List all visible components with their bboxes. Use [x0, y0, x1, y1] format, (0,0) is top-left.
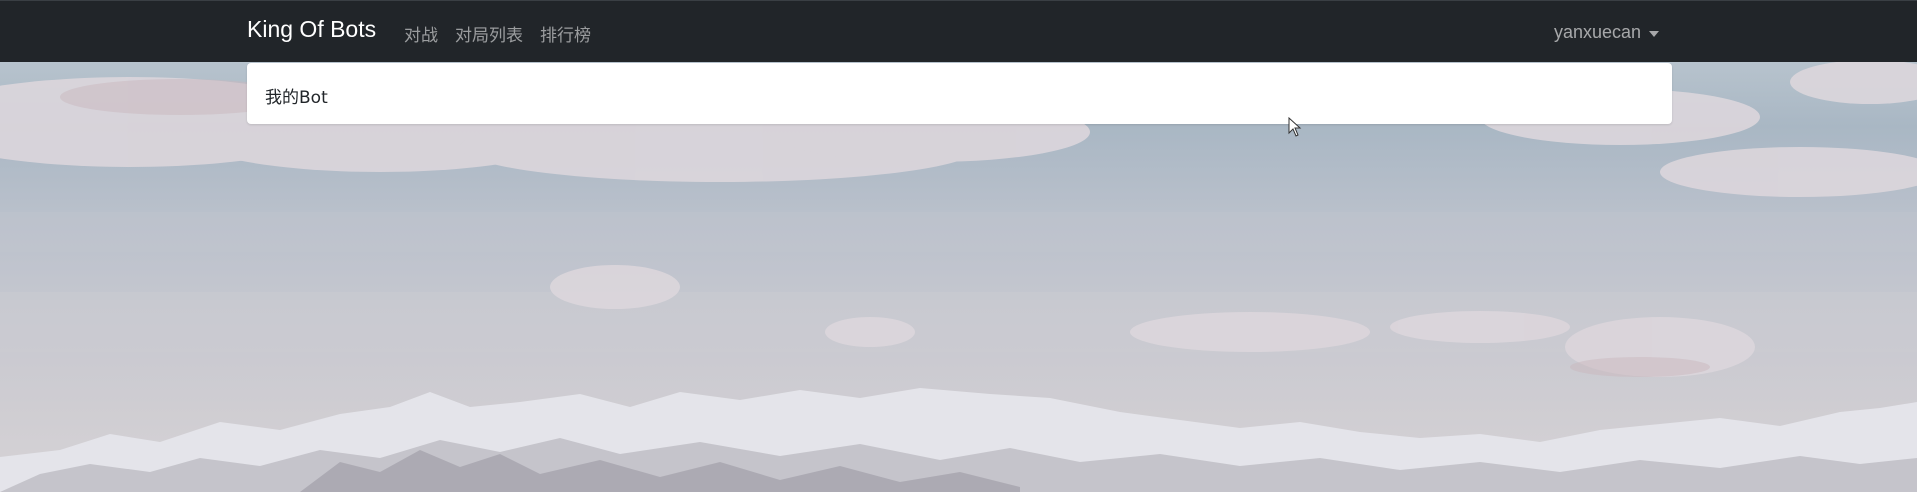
- user-name: yanxuecan: [1554, 22, 1642, 42]
- content-card: 我的Bot: [247, 63, 1672, 124]
- nav-links: 对战 对局列表 排行榜: [404, 21, 591, 46]
- background-image: [0, 62, 1917, 492]
- card-text: 我的Bot: [265, 88, 328, 108]
- caret-down-icon: [1649, 30, 1660, 37]
- top-navbar: King Of Bots 对战 对局列表 排行榜 yanxuecan: [0, 0, 1917, 62]
- brand-link[interactable]: King Of Bots: [247, 16, 376, 43]
- user-dropdown[interactable]: yanxuecan: [1554, 22, 1660, 43]
- nav-link-match-list[interactable]: 对局列表: [455, 21, 523, 46]
- nav-link-battle[interactable]: 对战: [404, 21, 438, 46]
- nav-link-ranking[interactable]: 排行榜: [540, 21, 591, 46]
